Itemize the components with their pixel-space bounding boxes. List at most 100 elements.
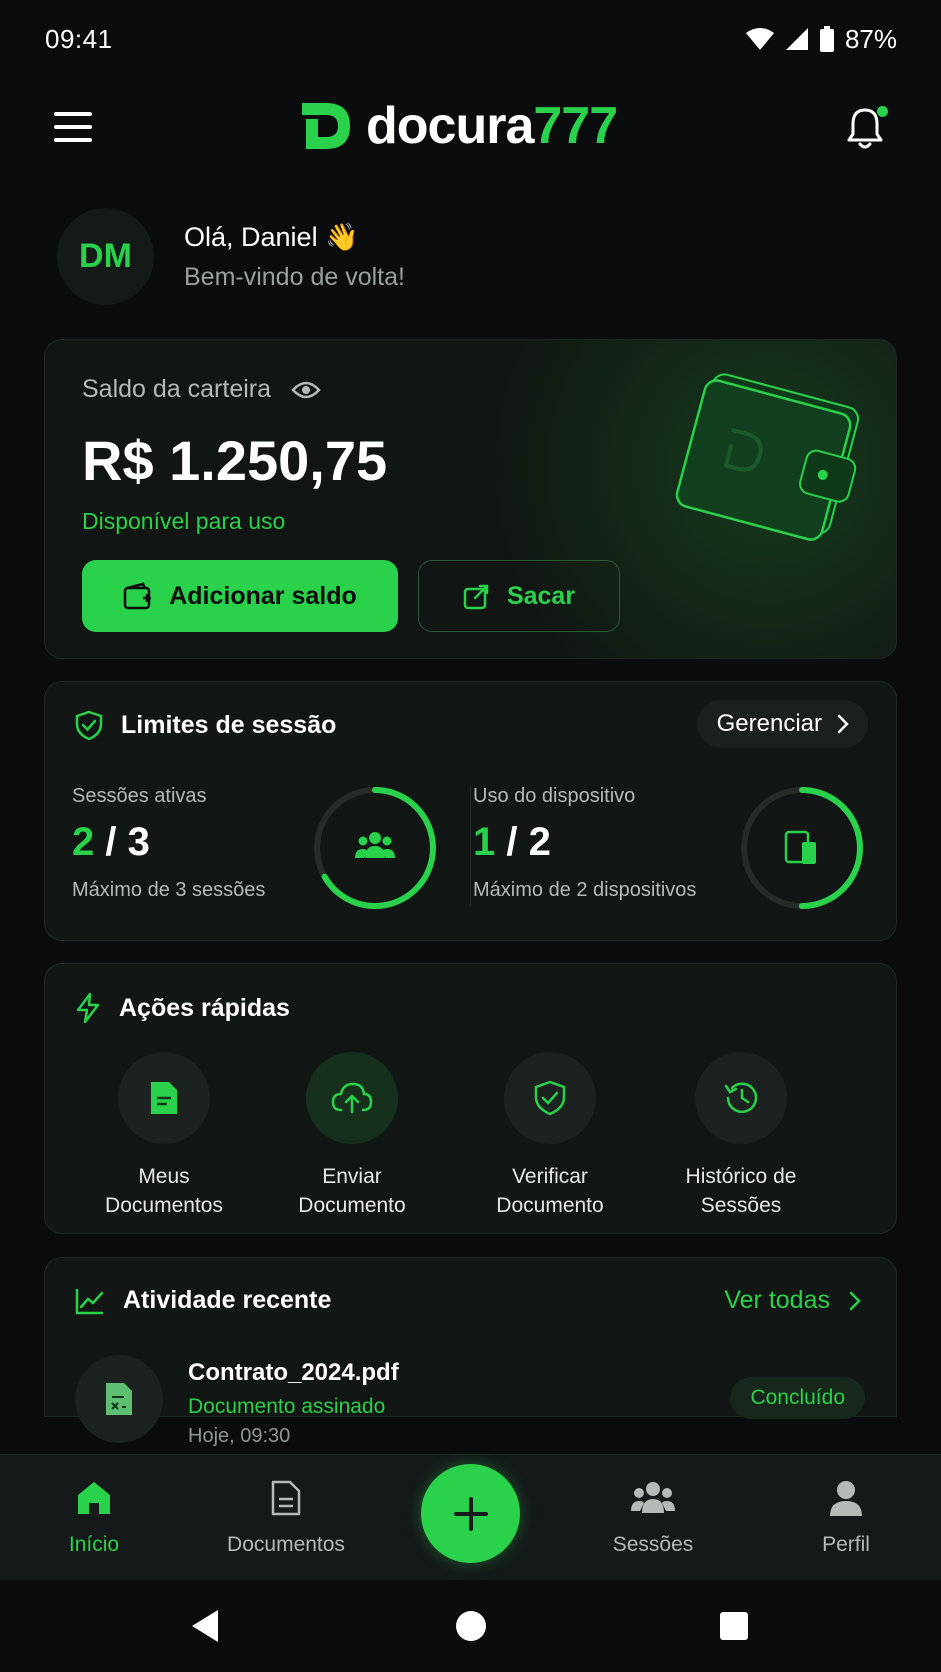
- nav-label: Documentos: [227, 1533, 345, 1556]
- action-label-line1: Enviar: [322, 1165, 382, 1188]
- session-limits-card: Limites de sessão Gerenciar Sessões ativ…: [44, 681, 897, 941]
- wallet-label: Saldo da carteira: [82, 375, 272, 403]
- active-sessions-max: / 3: [94, 820, 150, 864]
- sessions-progress-ring: [314, 787, 436, 909]
- action-label-line2: Documento: [298, 1194, 406, 1217]
- battery-percent: 87%: [844, 23, 897, 54]
- recents-icon[interactable]: [718, 1608, 750, 1644]
- status-badge: Concluído: [730, 1377, 865, 1419]
- withdraw-button[interactable]: Sacar: [418, 560, 620, 632]
- activity-file-name: Contrato_2024.pdf: [188, 1359, 399, 1386]
- wallet-add-icon: [123, 582, 152, 610]
- add-fab-button[interactable]: [421, 1464, 520, 1563]
- plus-icon: [453, 1496, 488, 1531]
- device-usage-note: Máximo de 2 dispositivos: [473, 879, 697, 901]
- add-balance-label: Adicionar saldo: [169, 581, 357, 610]
- shield-check-icon: [75, 710, 103, 740]
- document-icon: [271, 1480, 301, 1516]
- logo-accent: 777: [533, 97, 618, 155]
- devices-progress-ring: [741, 787, 863, 909]
- action-label-line1: Verificar: [512, 1165, 588, 1188]
- menu-icon: [54, 112, 92, 116]
- app-logo: docura777: [298, 96, 618, 156]
- nav-label: Início: [68, 1533, 120, 1556]
- withdraw-label: Sacar: [506, 581, 576, 610]
- cloud-upload-icon: [331, 1082, 373, 1114]
- nav-profile[interactable]: Perfil: [810, 1479, 882, 1557]
- users-icon: [355, 832, 395, 858]
- devices-icon: [784, 830, 816, 864]
- signed-file-icon: [106, 1383, 132, 1415]
- active-sessions-note: Máximo de 3 sessões: [72, 879, 266, 901]
- document-icon: [151, 1082, 177, 1114]
- chevron-right-icon: [837, 714, 849, 734]
- device-usage-label: Uso do dispositivo: [473, 785, 636, 807]
- status-bar: 09:41 87%: [0, 0, 941, 78]
- see-all-link[interactable]: Ver todas: [724, 1286, 862, 1315]
- trend-chart-icon: [75, 1288, 104, 1314]
- logo-text: docura: [366, 97, 534, 155]
- withdraw-icon: [463, 584, 489, 610]
- home-icon: [78, 1482, 110, 1514]
- wifi-icon: [745, 27, 775, 51]
- action-session-history[interactable]: Histórico de Sessões: [661, 1052, 821, 1220]
- app-header: docura777: [0, 90, 941, 170]
- users-icon: [631, 1482, 675, 1513]
- system-nav-bar: [0, 1580, 941, 1672]
- shield-check-icon: [534, 1080, 566, 1116]
- status-icons: 87%: [745, 24, 897, 55]
- quick-actions-card: Ações rápidas Meus Documentos Enviar Doc…: [44, 963, 897, 1234]
- chevron-right-icon: [849, 1291, 861, 1310]
- avatar[interactable]: DM: [57, 208, 154, 305]
- add-balance-button[interactable]: Adicionar saldo: [82, 560, 398, 632]
- device-usage-max: / 2: [495, 820, 551, 864]
- status-time: 09:41: [45, 23, 113, 54]
- wallet-illustration: [675, 373, 860, 541]
- nav-sessions[interactable]: Sessões: [607, 1479, 699, 1557]
- notification-dot: [877, 106, 888, 117]
- greeting-title: Olá, Daniel 👋: [184, 222, 359, 252]
- wallet-available: Disponível para uso: [82, 508, 286, 534]
- action-my-documents[interactable]: Meus Documentos: [84, 1052, 244, 1220]
- notifications-button[interactable]: [845, 106, 888, 152]
- recent-activity-card: Atividade recente Ver todas Contrato_202…: [44, 1257, 897, 1447]
- action-label-line2: Sessões: [700, 1194, 782, 1217]
- activity-status: Documento assinado: [188, 1395, 386, 1418]
- device-usage-current: 1: [473, 820, 496, 864]
- action-label-line2: Documentos: [105, 1194, 223, 1217]
- active-sessions-label: Sessões ativas: [72, 785, 207, 807]
- active-sessions-current: 2: [72, 820, 95, 864]
- user-icon: [830, 1481, 862, 1516]
- nav-label: Sessões: [612, 1533, 694, 1556]
- recent-activity-title: Atividade recente: [123, 1286, 332, 1314]
- device-usage-stat: Uso do dispositivo 1 / 2 Máximo de 2 dis…: [473, 785, 696, 902]
- action-label-line2: Documento: [496, 1194, 604, 1217]
- battery-icon: [819, 26, 835, 52]
- action-label-line1: Meus: [138, 1165, 190, 1188]
- menu-button[interactable]: [54, 112, 94, 146]
- active-sessions-stat: Sessões ativas 2 / 3 Máximo de 3 sessões: [72, 785, 265, 902]
- signal-icon: [785, 27, 809, 51]
- lightning-icon: [76, 992, 100, 1024]
- greeting-subtitle: Bem-vindo de volta!: [184, 263, 405, 291]
- logo-mark-icon: [302, 103, 350, 149]
- see-all-label: Ver todas: [724, 1286, 830, 1314]
- wallet-amount: R$ 1.250,75: [82, 429, 388, 492]
- history-icon: [724, 1082, 758, 1114]
- manage-label: Gerenciar: [716, 710, 822, 737]
- action-label-line1: Histórico de: [685, 1165, 797, 1188]
- action-send-document[interactable]: Enviar Documento: [272, 1052, 432, 1220]
- action-verify-document[interactable]: Verificar Documento: [470, 1052, 630, 1220]
- quick-actions-title: Ações rápidas: [119, 993, 290, 1022]
- activity-item[interactable]: Contrato_2024.pdf Documento assinado Hoj…: [75, 1355, 865, 1455]
- nav-documents[interactable]: Documentos: [218, 1479, 354, 1557]
- nav-label: Perfil: [822, 1533, 870, 1556]
- back-icon[interactable]: [188, 1608, 222, 1644]
- nav-home[interactable]: Início: [62, 1479, 126, 1557]
- eye-icon[interactable]: [291, 380, 321, 400]
- manage-button[interactable]: Gerenciar: [696, 700, 868, 748]
- greeting: DM Olá, Daniel 👋 Bem-vindo de volta!: [57, 208, 405, 305]
- home-circle-icon[interactable]: [455, 1608, 487, 1644]
- session-limits-title: Limites de sessão: [121, 710, 337, 739]
- activity-time: Hoje, 09:30: [188, 1425, 291, 1447]
